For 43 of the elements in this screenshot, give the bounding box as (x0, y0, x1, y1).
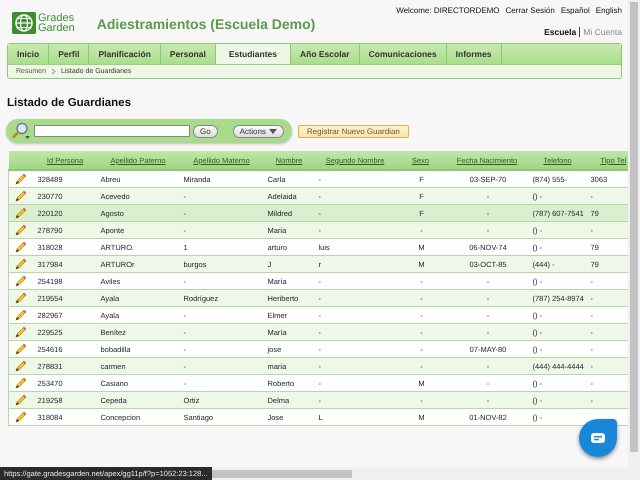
pencil-icon[interactable] (15, 360, 28, 372)
nav-tab[interactable]: Inicio (8, 44, 50, 64)
chat-icon (590, 432, 606, 444)
context-link[interactable]: Escuela (544, 27, 576, 37)
pencil-icon[interactable] (15, 173, 28, 185)
pencil-icon[interactable] (15, 190, 28, 202)
search-icon[interactable] (11, 122, 31, 140)
page-title: Listado de Guardianes (7, 97, 132, 109)
pencil-icon[interactable] (15, 292, 28, 304)
pencil-icon[interactable] (15, 343, 28, 355)
nav-tab[interactable]: Comunicaciones (360, 44, 447, 64)
nav-tab[interactable]: Año Escolar (291, 44, 360, 64)
search-field[interactable] (34, 125, 190, 137)
welcome-text: Welcome: DIRECTORDEMO (396, 6, 500, 15)
chat-button[interactable] (579, 419, 617, 457)
pencil-icon[interactable] (15, 394, 28, 406)
go-button[interactable]: Go (193, 124, 218, 138)
pencil-icon[interactable] (15, 241, 28, 253)
pencil-icon[interactable] (15, 224, 28, 236)
pencil-icon[interactable] (15, 309, 28, 321)
nav-tab[interactable]: Informes (446, 44, 502, 64)
nav-tab[interactable]: Perfil (49, 44, 90, 64)
actions-button[interactable]: Actions (232, 124, 284, 138)
horizontal-scrollbar[interactable] (212, 467, 640, 480)
pencil-icon[interactable] (15, 326, 28, 338)
header-link[interactable]: English (596, 6, 622, 15)
logo-text: Garden (38, 23, 75, 33)
nav-tab[interactable]: Estudiantes (216, 44, 291, 64)
pencil-icon[interactable] (15, 411, 28, 423)
logo-icon (12, 12, 36, 34)
app-title: Adiestramientos (Escuela Demo) (96, 16, 316, 32)
register-guardian-button[interactable]: Registrar Nuevo Guardian (298, 124, 409, 138)
header-link[interactable]: Español (560, 6, 590, 15)
vertical-scrollbar[interactable] (628, 0, 640, 467)
caret-icon (268, 128, 277, 134)
pencil-icon[interactable] (15, 275, 28, 287)
pencil-icon[interactable] (15, 258, 28, 270)
chevron-icon (50, 68, 56, 75)
header-link[interactable]: Cerrar Sesión (505, 6, 555, 15)
pencil-icon[interactable] (15, 377, 28, 389)
pencil-icon[interactable] (15, 207, 28, 219)
nav-tab[interactable]: Planificación (89, 44, 161, 64)
logo-text: Grades (38, 13, 75, 23)
